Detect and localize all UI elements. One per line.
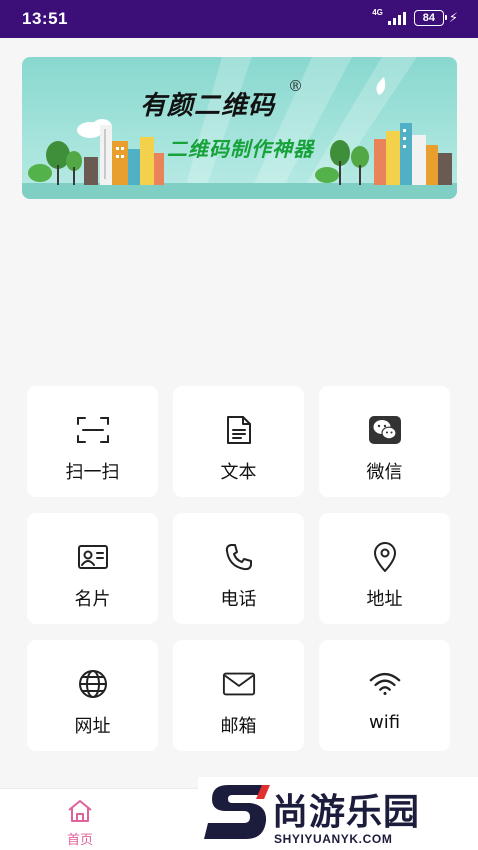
globe-icon <box>76 667 110 701</box>
document-icon <box>222 413 256 447</box>
charging-icon: ⚡ <box>448 10 458 26</box>
status-indicators: 4G 84 ⚡ <box>372 8 458 26</box>
battery-level: 84 <box>422 12 435 24</box>
nav-home-label: 首页 <box>66 833 93 848</box>
watermark-name: 尚游乐园 <box>272 792 421 833</box>
text-label: 文本 <box>220 462 257 483</box>
scan-icon <box>76 413 110 447</box>
phone-tile[interactable]: 电话 <box>173 513 304 624</box>
business-card-label: 名片 <box>74 589 111 610</box>
url-tile[interactable]: 网址 <box>27 640 158 751</box>
status-time: 13:51 <box>22 9 68 28</box>
nav-home[interactable]: 首页 <box>55 799 105 848</box>
banner-title: 有颜二维码 <box>140 91 276 121</box>
scan-label: 扫一扫 <box>65 462 120 483</box>
wechat-icon <box>368 413 402 447</box>
wifi-icon <box>368 667 402 701</box>
business-card-icon <box>76 540 110 574</box>
wifi-label: wifi <box>368 712 401 733</box>
registered-mark: ® <box>288 77 303 95</box>
watermark: 尚游乐园 SHYIYUANYK.COM <box>198 777 478 850</box>
wifi-tile[interactable]: wifi <box>319 640 450 751</box>
watermark-logo <box>204 785 270 839</box>
mail-tile[interactable]: 邮箱 <box>173 640 304 751</box>
signal-icon <box>387 11 406 25</box>
mail-icon <box>222 667 256 701</box>
wechat-label: 微信 <box>366 462 403 483</box>
network-type: 4G <box>372 8 383 17</box>
address-label: 地址 <box>366 589 403 610</box>
location-pin-icon <box>368 540 402 574</box>
home-icon <box>68 800 92 822</box>
banner-illustration <box>22 57 457 199</box>
battery-icon: 84 <box>413 10 447 26</box>
url-label: 网址 <box>74 716 111 737</box>
business-card-tile[interactable]: 名片 <box>27 513 158 624</box>
wechat-tile[interactable]: 微信 <box>319 386 450 497</box>
watermark-url: SHYIYUANYK.COM <box>274 832 393 846</box>
phone-label: 电话 <box>220 589 257 610</box>
scan-tile[interactable]: 扫一扫 <box>27 386 158 497</box>
address-tile[interactable]: 地址 <box>319 513 450 624</box>
phone-icon <box>222 540 256 574</box>
status-bar: 13:51 4G 84 ⚡ <box>0 0 478 38</box>
mail-label: 邮箱 <box>220 716 257 737</box>
feature-grid: 扫一扫 文本 微信 名片 电话 地址 网址 邮箱 wifi <box>27 386 451 751</box>
promo-banner[interactable]: 有颜二维码 ® 二维码制作神器 <box>22 57 457 199</box>
text-tile[interactable]: 文本 <box>173 386 304 497</box>
banner-subtitle: 二维码制作神器 <box>167 137 314 161</box>
